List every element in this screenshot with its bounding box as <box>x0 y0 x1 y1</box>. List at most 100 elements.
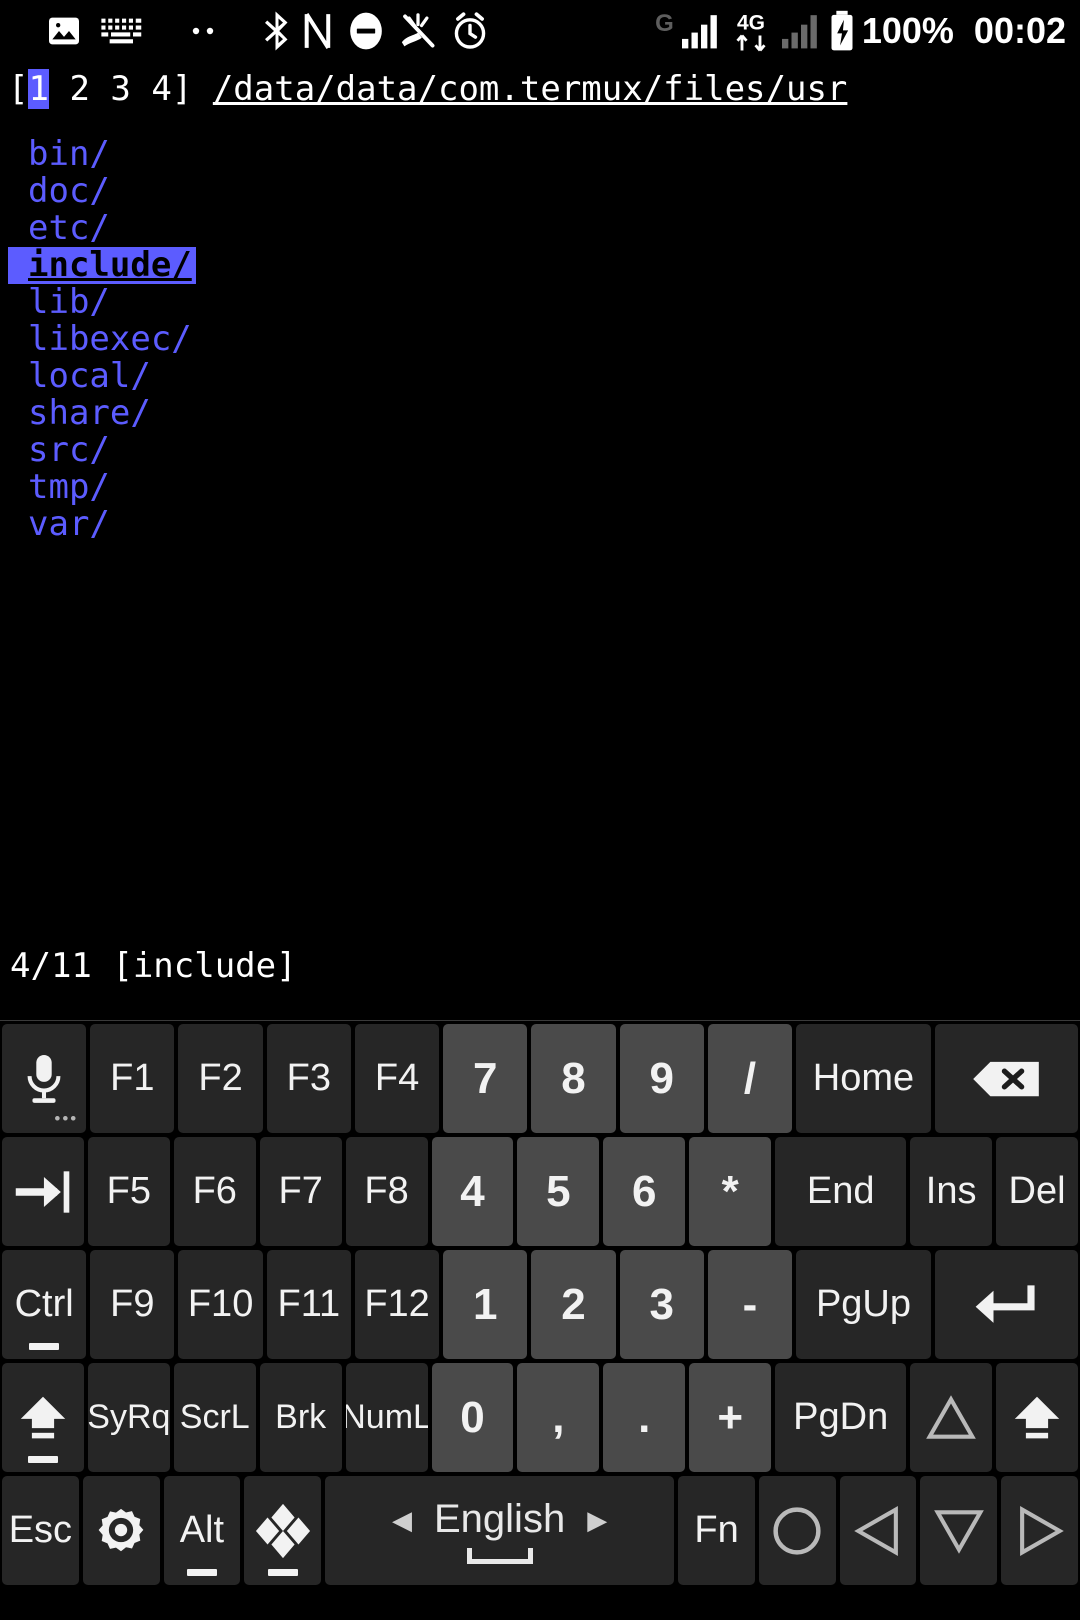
num-4-key[interactable]: 4 <box>431 1137 514 1246</box>
minus-key[interactable]: - <box>707 1250 793 1359</box>
alt-key[interactable]: Alt <box>163 1476 241 1585</box>
f1-key[interactable]: F1 <box>90 1024 175 1133</box>
modifier-state-indicator <box>186 1569 217 1576</box>
arrow-up-key[interactable] <box>910 1363 993 1472</box>
end-key[interactable]: End <box>775 1137 907 1246</box>
ins-key[interactable]: Ins <box>910 1137 993 1246</box>
num-8-key[interactable]: 8 <box>531 1024 616 1133</box>
alarm-icon <box>450 10 490 52</box>
num-2-key[interactable]: 2 <box>531 1250 616 1359</box>
keyboard-icon <box>100 15 144 47</box>
file-row[interactable]: tmp/ <box>8 469 110 506</box>
f9-key[interactable]: F9 <box>90 1250 175 1359</box>
fn-key[interactable]: Fn <box>678 1476 755 1585</box>
file-row[interactable]: doc/ <box>8 173 110 210</box>
tab-bar-line[interactable]: [1 2 3 4] /data/data/com.termux/files/us… <box>0 62 1080 112</box>
home-key[interactable]: Home <box>796 1024 931 1133</box>
f7-key[interactable]: F7 <box>259 1137 342 1246</box>
num-1-key[interactable]: 1 <box>443 1250 528 1359</box>
num-6-key[interactable]: 6 <box>603 1137 686 1246</box>
arrow-down-key[interactable] <box>920 1476 998 1585</box>
signal-bars-2-icon <box>780 12 822 50</box>
scrolllock-key[interactable]: ScrL <box>173 1363 256 1472</box>
settings-key[interactable] <box>82 1476 160 1585</box>
num-0-key-label: 0 <box>460 1392 485 1442</box>
terminal-tab-1[interactable]: 1 <box>28 69 49 109</box>
space-key[interactable]: ◀ English ▶ <box>325 1476 675 1585</box>
battery-percent-text: 100% <box>861 10 954 51</box>
file-row-selected[interactable]: include/ <box>8 247 196 284</box>
esc-key-label: Esc <box>8 1509 73 1551</box>
esc-key[interactable]: Esc <box>2 1476 79 1585</box>
terminal-tab-4[interactable]: 4 <box>151 69 171 109</box>
slash-key[interactable]: / <box>707 1024 793 1133</box>
file-row[interactable]: var/ <box>8 506 110 543</box>
tab-icon <box>12 1167 74 1217</box>
language-selector[interactable]: ◀ English ▶ <box>392 1497 607 1542</box>
num-7-key[interactable]: 7 <box>443 1024 528 1133</box>
asterisk-key[interactable]: * <box>689 1137 772 1246</box>
terminal-view[interactable]: [1 2 3 4] /data/data/com.termux/files/us… <box>0 62 1080 1020</box>
arrow-right-key[interactable] <box>1001 1476 1078 1585</box>
ctrl-key[interactable]: Ctrl <box>2 1250 87 1359</box>
comma-key[interactable]: , <box>517 1363 600 1472</box>
file-row[interactable]: libexec/ <box>8 321 192 358</box>
break-key[interactable]: Brk <box>259 1363 342 1472</box>
lang-next-arrow-icon[interactable]: ▶ <box>587 1507 607 1533</box>
shift-key[interactable] <box>2 1363 84 1472</box>
num-9-key[interactable]: 9 <box>619 1024 704 1133</box>
ctrl-key-label: Ctrl <box>14 1283 74 1325</box>
lang-prev-arrow-icon[interactable]: ◀ <box>392 1507 412 1533</box>
numlock-key[interactable]: NumL <box>345 1363 428 1472</box>
file-row[interactable]: local/ <box>8 358 151 395</box>
circle-key[interactable] <box>758 1476 836 1585</box>
num-3-key[interactable]: 3 <box>619 1250 704 1359</box>
f8-key[interactable]: F8 <box>345 1137 428 1246</box>
num-5-key[interactable]: 5 <box>517 1137 600 1246</box>
tab-key[interactable] <box>2 1137 84 1246</box>
f2-key[interactable]: F2 <box>178 1024 263 1133</box>
terminal-tab-2[interactable]: 2 <box>69 69 89 109</box>
file-row[interactable]: src/ <box>8 432 110 469</box>
pgup-key[interactable]: PgUp <box>796 1250 931 1359</box>
file-row[interactable]: share/ <box>8 395 151 432</box>
f11-key[interactable]: F11 <box>266 1250 351 1359</box>
f10-key[interactable]: F10 <box>178 1250 263 1359</box>
sysrq-key-label: SyRq <box>87 1398 170 1436</box>
f6-key[interactable]: F6 <box>173 1137 256 1246</box>
num-0-key[interactable]: 0 <box>431 1363 514 1472</box>
terminal-tab-3[interactable]: 3 <box>110 69 130 109</box>
pgdn-key[interactable]: PgDn <box>775 1363 907 1472</box>
file-row[interactable]: bin/ <box>8 136 110 173</box>
period-key[interactable]: . <box>603 1363 686 1472</box>
f12-key[interactable]: F12 <box>354 1250 440 1359</box>
tab-space <box>49 69 69 109</box>
f4-key[interactable]: F4 <box>354 1024 440 1133</box>
plus-key[interactable]: + <box>689 1363 772 1472</box>
triangle-down-icon <box>932 1507 986 1555</box>
file-row[interactable]: lib/ <box>8 284 110 321</box>
file-listing[interactable]: bin/doc/etc/include/lib/libexec/local/sh… <box>0 136 1080 543</box>
f3-key[interactable]: F3 <box>266 1024 351 1133</box>
num-7-key-label: 7 <box>473 1053 498 1103</box>
shift-right-key[interactable] <box>996 1363 1079 1472</box>
tab-bracket-open: [ <box>8 69 29 109</box>
f5-key[interactable]: F5 <box>87 1137 170 1246</box>
backspace-key[interactable] <box>934 1024 1079 1133</box>
mic-key[interactable]: ••• <box>2 1024 87 1133</box>
signal-bars-icon <box>680 12 722 50</box>
file-row[interactable]: etc/ <box>8 210 110 247</box>
enter-key[interactable] <box>934 1250 1079 1359</box>
num-8-key-label: 8 <box>561 1053 586 1103</box>
sysrq-key[interactable]: SyRq <box>87 1363 170 1472</box>
comma-key-label: , <box>552 1392 565 1442</box>
break-key-label: Brk <box>275 1398 327 1436</box>
language-label: English <box>434 1497 566 1541</box>
del-key[interactable]: Del <box>996 1137 1079 1246</box>
tab-space <box>90 69 110 109</box>
end-key-label: End <box>806 1170 875 1212</box>
symbols-key[interactable] <box>244 1476 321 1585</box>
more-options-dots-icon: ••• <box>54 1109 79 1128</box>
virtual-keyboard[interactable]: ••• F1 F2 F3 F4 7 8 9 / Home F5 F6 F7 F8 4 5 6 * End Ins Del… <box>0 1020 1080 1620</box>
arrow-left-key[interactable] <box>839 1476 917 1585</box>
